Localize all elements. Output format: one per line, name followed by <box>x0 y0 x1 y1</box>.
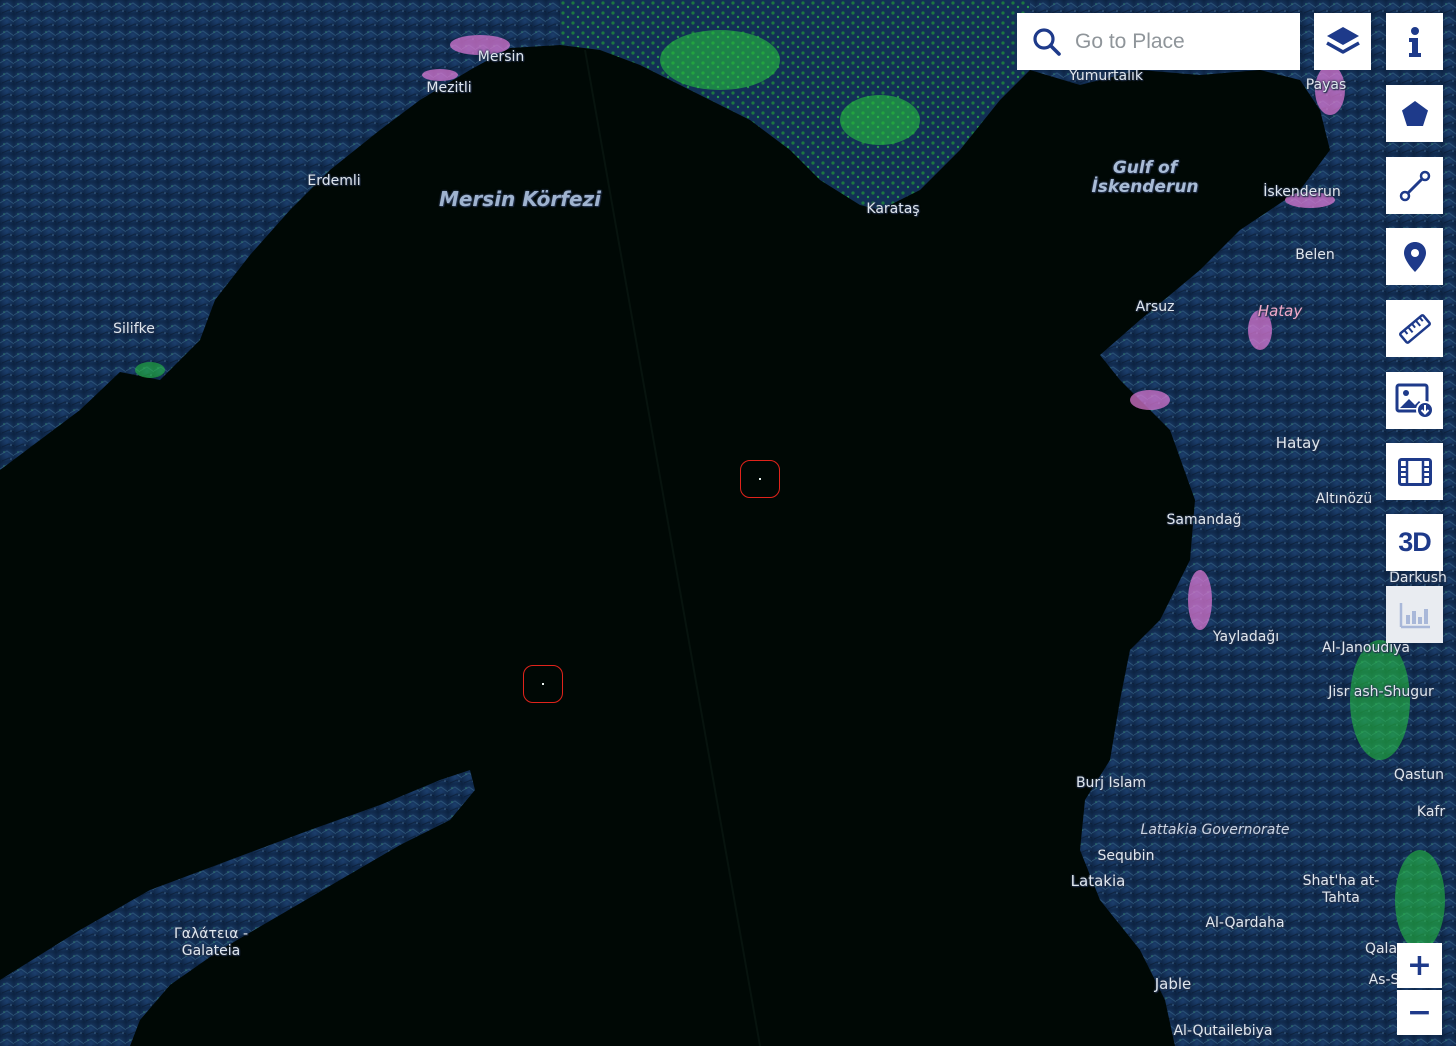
zoom-out-button[interactable]: − <box>1397 990 1442 1035</box>
layers-button[interactable] <box>1314 13 1371 70</box>
measure-button[interactable] <box>1386 300 1443 357</box>
film-icon <box>1397 457 1432 486</box>
zoom-in-label: + <box>1406 947 1433 983</box>
label-hatay-region: Hatay <box>1257 302 1303 320</box>
label-arsuz: Arsuz <box>1135 299 1175 315</box>
bar-chart-icon <box>1399 602 1430 628</box>
label-yumurtalik: Yumurtalık <box>1068 68 1144 84</box>
label-galateia-latin: Galateia <box>181 943 241 959</box>
label-sequbin: Sequbin <box>1097 848 1155 864</box>
statistics-button[interactable] <box>1386 586 1443 643</box>
label-lattakia-governorate: Lattakia Governorate <box>1140 822 1290 838</box>
label-shatha-line2: Tahta <box>1322 890 1360 906</box>
label-qastun: Qastun <box>1393 767 1445 783</box>
label-gulf-of-iskenderun: Gulf of İskenderun <box>1091 159 1198 197</box>
label-payas: Payas <box>1305 77 1347 93</box>
label-mezitli: Mezitli <box>426 80 472 96</box>
add-point-button[interactable] <box>1386 228 1443 285</box>
label-erdemli: Erdemli <box>307 173 361 189</box>
ruler-icon <box>1398 313 1431 344</box>
label-hatay: Hatay <box>1275 434 1321 452</box>
label-yayladagi: Yayladağı <box>1212 629 1280 645</box>
layers-icon <box>1325 26 1360 54</box>
label-burj-islam: Burj Islam <box>1075 775 1147 791</box>
label-iskenderun: İskenderun <box>1263 184 1341 200</box>
label-gulf-iskenderun: İskenderun <box>1091 177 1199 197</box>
draw-line-button[interactable] <box>1386 157 1443 214</box>
label-galateia: Γαλάτεια - Galateia <box>174 926 248 960</box>
map-pin-icon <box>1403 241 1426 272</box>
detection-marker-2[interactable] <box>523 665 563 703</box>
info-button[interactable] <box>1386 13 1443 70</box>
label-silifke: Silifke <box>113 321 155 337</box>
zoom-in-button[interactable]: + <box>1397 943 1442 988</box>
detection-marker-1[interactable] <box>740 460 780 498</box>
image-download-icon <box>1395 383 1434 419</box>
label-as-s: As-S <box>1368 972 1400 988</box>
label-shatha-line1: Shat'ha at- <box>1302 873 1380 889</box>
label-mersin-korfezi: Mersin Körfezi <box>438 187 602 211</box>
label-jisr-ash-shugur: Jisr ash-Shugur <box>1328 684 1434 700</box>
label-gulf-of: Gulf of <box>1112 158 1178 178</box>
search-input[interactable] <box>1073 28 1287 55</box>
label-al-qardaha: Al-Qardaha <box>1205 915 1285 931</box>
draw-polygon-button[interactable] <box>1386 85 1443 142</box>
label-altinozu: Altınözü <box>1315 491 1373 507</box>
label-kafr: Kafr <box>1416 804 1446 820</box>
label-belen: Belen <box>1295 247 1335 263</box>
label-galateia-greek: Γαλάτεια - <box>173 926 249 942</box>
label-karatas: Karataş <box>866 201 920 217</box>
zoom-out-label: − <box>1406 994 1433 1030</box>
label-al-qutailebiya: Al-Qutailebiya <box>1173 1023 1273 1039</box>
3d-view-button[interactable]: 3D <box>1386 514 1443 571</box>
label-darkush: Darkush <box>1389 570 1447 586</box>
3d-label: 3D <box>1398 527 1432 557</box>
info-icon <box>1408 26 1421 57</box>
label-latakia: Latakia <box>1070 872 1126 890</box>
label-qala: Qala <box>1364 941 1398 957</box>
label-samandag: Samandağ <box>1166 512 1242 528</box>
label-mersin: Mersin <box>477 49 525 65</box>
go-to-place-search[interactable] <box>1017 13 1300 70</box>
line-icon <box>1399 170 1430 201</box>
label-shatha-at-tahta: Shat'ha at- Tahta <box>1303 873 1380 907</box>
search-icon[interactable] <box>1031 26 1063 58</box>
pentagon-icon <box>1401 100 1428 126</box>
timelapse-button[interactable] <box>1386 443 1443 500</box>
label-jable: Jable <box>1154 975 1192 993</box>
download-image-button[interactable] <box>1386 372 1443 429</box>
